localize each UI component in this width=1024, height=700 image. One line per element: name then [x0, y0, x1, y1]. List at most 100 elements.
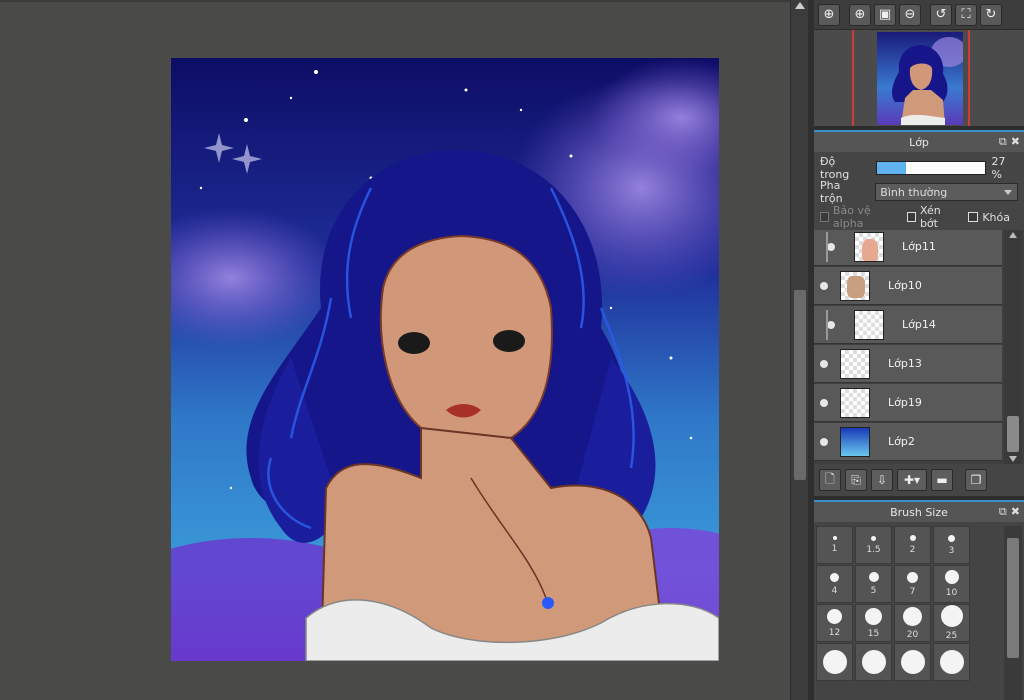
top-border [0, 0, 790, 2]
opacity-slider[interactable] [875, 161, 986, 175]
brush-size-cell[interactable]: 15 [855, 604, 892, 642]
artwork-illustration [171, 58, 719, 661]
layer-thumbnail [840, 387, 870, 418]
visibility-eye-icon[interactable] [814, 281, 834, 290]
navigator-thumbnail [877, 32, 963, 125]
brush-size-label: 4 [831, 585, 838, 596]
brush-size-dot [827, 608, 842, 624]
visibility-eye-icon[interactable] [814, 359, 834, 368]
blend-label: Pha trộn [820, 179, 843, 205]
zoom-fit-icon[interactable]: ⊕ [818, 3, 840, 26]
brush-size-cell[interactable]: 20 [894, 604, 931, 642]
zoom-out-icon[interactable]: ⊖ [899, 3, 921, 26]
close-icon[interactable]: ✖ [1011, 505, 1020, 519]
close-icon[interactable]: ✖ [1011, 135, 1020, 149]
protect-alpha-box [820, 212, 829, 222]
merge-layer-icon[interactable]: ⇩ [871, 469, 893, 491]
brush-size-dot [830, 572, 839, 582]
clipping-indicator [826, 310, 828, 340]
scrollbar-thumb[interactable] [1007, 416, 1019, 452]
blend-mode-select[interactable]: Bình thường [875, 183, 1018, 201]
clipping-label: Xén bớt [919, 204, 941, 230]
artwork-canvas[interactable] [171, 58, 719, 661]
layer-panel-title: Lớp ⧉ ✖ [814, 130, 1024, 152]
layer-thumbnail [840, 426, 870, 457]
scrollbar-thumb[interactable] [794, 290, 806, 480]
lock-checkbox[interactable]: Khóa [968, 211, 1010, 224]
layer-row[interactable]: Lớp19 [814, 384, 1002, 422]
clipping-checkbox[interactable]: Xén bớt [907, 204, 956, 230]
brush-size-cell[interactable]: 12 [816, 604, 853, 642]
brush-size-label: 5 [870, 586, 877, 596]
brush-size-cell[interactable] [816, 643, 853, 681]
copy-layer-icon[interactable]: ❐ [965, 469, 987, 491]
brush-size-cell[interactable] [894, 643, 931, 681]
scroll-down-icon[interactable] [1009, 456, 1017, 462]
brush-size-dot [903, 606, 922, 626]
layer-row[interactable]: Lớp14 [814, 306, 1002, 344]
brush-size-cell[interactable]: 4 [816, 565, 853, 603]
brush-size-cell[interactable]: 10 [933, 565, 970, 603]
opacity-slider-fill [876, 162, 906, 174]
brush-size-cell[interactable]: 1.5 [855, 526, 892, 564]
chevron-down-icon [1004, 190, 1012, 195]
brush-size-cell[interactable]: 1 [816, 526, 853, 564]
brush-grid-scrollbar[interactable] [1004, 526, 1022, 700]
layer-row[interactable]: Lớp2 [814, 423, 1002, 461]
layer-list[interactable]: Lớp11 Lớp10 Lớp14 Lớp13 Lớp19 Lớp2 [814, 230, 1024, 464]
brush-size-cell[interactable]: 25 [933, 604, 970, 642]
scroll-up-icon[interactable] [795, 2, 805, 9]
layer-list-scrollbar[interactable] [1004, 230, 1022, 464]
brush-size-label: 7 [909, 586, 916, 597]
visibility-eye-icon[interactable] [814, 242, 848, 251]
duplicate-layer-icon[interactable]: ⎘ [845, 469, 867, 491]
navigator-preview[interactable] [814, 30, 1024, 126]
brush-size-cell[interactable] [933, 643, 970, 681]
layer-thumbnail [854, 231, 884, 262]
layer-row[interactable]: Lớp10 [814, 267, 1002, 305]
brush-size-dot [939, 650, 964, 674]
scrollbar-thumb[interactable] [1007, 538, 1019, 658]
new-layer-icon[interactable]: 🗋 [819, 469, 841, 491]
visibility-eye-icon[interactable] [814, 398, 834, 407]
brush-size-dot [900, 650, 925, 674]
brush-size-label: 3 [948, 545, 955, 556]
scroll-up-icon[interactable] [1009, 232, 1017, 238]
protect-alpha-checkbox[interactable]: Bảo vệ alpha [820, 204, 895, 230]
brush-size-dot [868, 572, 879, 582]
brush-size-cell[interactable]: 3 [933, 526, 970, 564]
brush-size-cell[interactable] [855, 643, 892, 681]
visibility-eye-icon[interactable] [814, 320, 848, 329]
protect-alpha-label: Bảo vệ alpha [832, 204, 871, 230]
rotate-right-icon[interactable]: ↻ [980, 3, 1002, 26]
brush-size-label: 20 [906, 629, 919, 640]
brush-size-label: 1 [831, 544, 838, 554]
brush-size-dot [940, 605, 963, 627]
brush-size-panel: Brush Size ⧉ ✖ 1 1.5 2 3 4 5 7 10 12 15 20 25 [814, 500, 1024, 700]
brush-size-label: 25 [945, 631, 958, 641]
rotate-left-icon[interactable]: ↺ [930, 3, 952, 26]
popout-icon[interactable]: ⧉ [999, 135, 1007, 149]
add-layer-dropdown-icon[interactable]: ✚▾ [897, 469, 927, 491]
visibility-eye-icon[interactable] [814, 437, 834, 446]
brush-size-cell[interactable]: 2 [894, 526, 931, 564]
popout-icon[interactable]: ⧉ [999, 505, 1007, 519]
zoom-in-icon[interactable]: ⊕ [849, 3, 871, 26]
fit-window-icon[interactable]: ▣ [874, 3, 896, 26]
layer-panel: Lớp ⧉ ✖ Độ trong 27 % Pha trộn Bình thườ… [814, 130, 1024, 496]
brush-panel-title: Brush Size ⧉ ✖ [814, 500, 1024, 522]
folder-icon[interactable]: ▬ [931, 469, 953, 491]
layer-row[interactable]: Lớp11 [814, 230, 1002, 266]
paint-app-window: ⊕ ⊕ ▣ ⊖ ↺ ⛶ ↻ Lớp ⧉ ✖ Độ trong 27 % Pha … [0, 0, 1024, 700]
clipping-box [907, 212, 916, 222]
layer-row[interactable]: Lớp13 [814, 345, 1002, 383]
brush-size-dot [871, 535, 876, 541]
layer-name: Lớp14 [902, 318, 936, 331]
brush-size-cell[interactable]: 7 [894, 565, 931, 603]
brush-size-dot [832, 536, 837, 540]
canvas-vertical-scrollbar[interactable] [790, 0, 808, 700]
fullscreen-icon[interactable]: ⛶ [955, 3, 977, 26]
opacity-row: Độ trong 27 % [814, 155, 1024, 181]
brush-size-cell[interactable]: 5 [855, 565, 892, 603]
canvas-area[interactable] [0, 0, 790, 700]
